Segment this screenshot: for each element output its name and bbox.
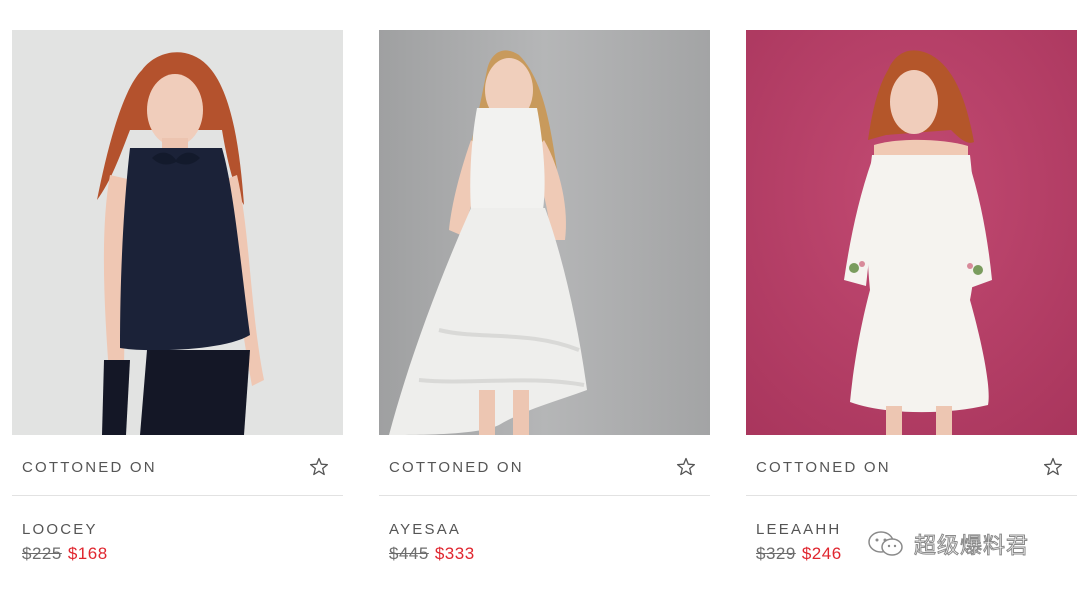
sale-price: $333 xyxy=(434,544,475,563)
product-price: $329 $246 xyxy=(756,544,842,564)
product-name[interactable]: LEEAAHH xyxy=(756,521,841,538)
brand-label: COTTONED ON xyxy=(756,459,891,476)
product-photo[interactable] xyxy=(379,30,710,435)
sale-price: $168 xyxy=(67,544,108,563)
original-price: $445 xyxy=(389,544,429,563)
product-card[interactable]: COTTONED ON LEEAAHH $329 $246 xyxy=(746,30,1077,575)
product-photo[interactable] xyxy=(12,30,343,435)
product-card[interactable]: COTTONED ON LOOCEY $225 $168 xyxy=(12,30,343,575)
product-image xyxy=(379,30,710,435)
star-outline-icon[interactable] xyxy=(307,455,331,479)
original-price: $329 xyxy=(756,544,796,563)
brand-label: COTTONED ON xyxy=(389,459,524,476)
product-price: $225 $168 xyxy=(22,544,108,564)
product-image xyxy=(746,30,1077,435)
brand-row: COTTONED ON xyxy=(379,435,710,496)
brand-label: COTTONED ON xyxy=(22,459,157,476)
sale-price: $246 xyxy=(801,544,842,563)
wechat-icon xyxy=(868,531,903,556)
product-photo[interactable] xyxy=(746,30,1077,435)
original-price: $225 xyxy=(22,544,62,563)
brand-row: COTTONED ON xyxy=(12,435,343,496)
product-image xyxy=(12,30,343,435)
product-name[interactable]: AYESAA xyxy=(389,521,461,538)
brand-row: COTTONED ON xyxy=(746,435,1077,496)
product-card[interactable]: COTTONED ON AYESAA $445 $333 xyxy=(379,30,710,575)
star-outline-icon[interactable] xyxy=(674,455,698,479)
product-grid: COTTONED ON LOOCEY $225 $168 COTTONED ON… xyxy=(12,30,1077,580)
product-price: $445 $333 xyxy=(389,544,475,564)
watermark-text: 超级爆料君 xyxy=(913,534,1030,560)
watermark: 超级爆料君 xyxy=(866,528,1029,560)
product-name[interactable]: LOOCEY xyxy=(22,521,98,538)
star-outline-icon[interactable] xyxy=(1041,455,1065,479)
